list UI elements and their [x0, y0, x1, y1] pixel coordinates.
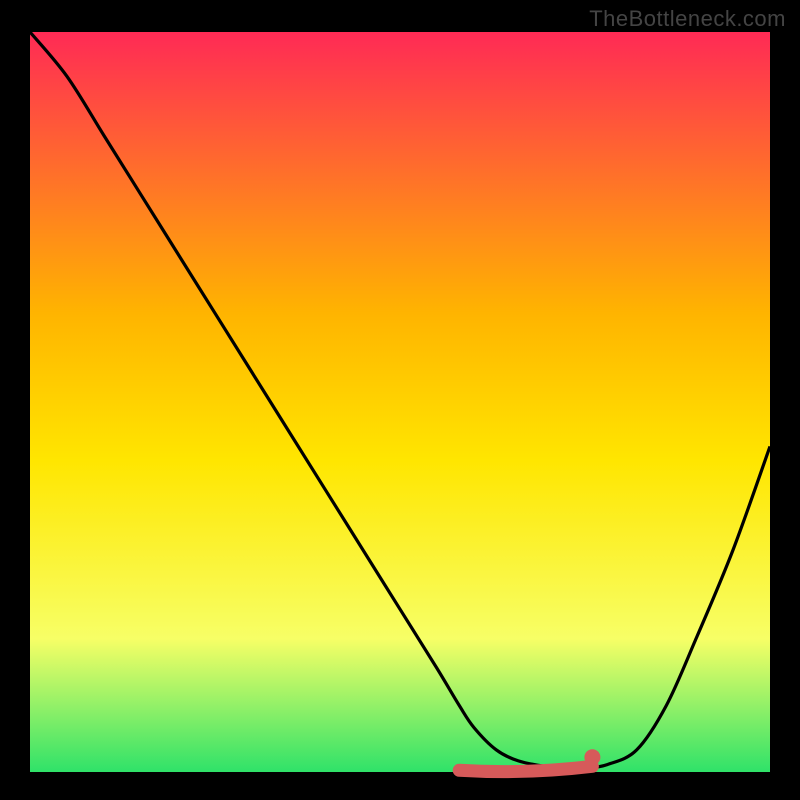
marker-point	[584, 749, 600, 765]
bottleneck-chart	[0, 0, 800, 800]
plot-background	[30, 32, 770, 772]
watermark-text: TheBottleneck.com	[589, 6, 786, 32]
valley-highlight	[459, 766, 592, 771]
chart-stage: TheBottleneck.com	[0, 0, 800, 800]
